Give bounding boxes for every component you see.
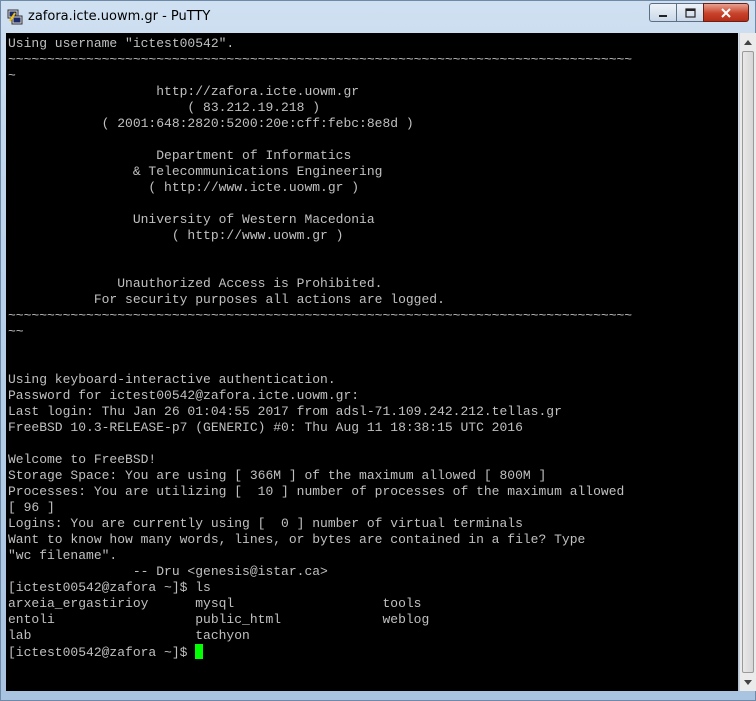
terminal-line: Password for ictest00542@zafora.icte.uow…: [8, 388, 360, 403]
prompt-line[interactable]: [ictest00542@zafora ~]$: [8, 644, 632, 660]
terminal-line: Want to know how many words, lines, or b…: [8, 532, 586, 547]
terminal-area[interactable]: Using username "ictest00542". ~~~~~~~~~~~…: [6, 33, 738, 691]
terminal-line: arxeia_ergastirioy mysql tools: [8, 596, 422, 611]
terminal-line: ~~~~~~~~~~~~~~~~~~~~~~~~~~~~~~~~~~~~~~~~…: [8, 308, 633, 323]
terminal-line: ~: [8, 68, 16, 83]
text-cursor: [195, 644, 204, 659]
terminal-line: Department of Informatics: [8, 148, 352, 163]
terminal-line: ( 83.212.19.218 ): [8, 100, 321, 115]
terminal-line: entoli public_html weblog: [8, 612, 430, 627]
terminal-line: Using username "ictest00542".: [8, 36, 235, 51]
terminal-line: lab tachyon: [8, 628, 250, 643]
terminal-line: [ictest00542@zafora ~]$ ls: [8, 580, 211, 595]
terminal-line: Logins: You are currently using [ 0 ] nu…: [8, 516, 523, 531]
terminal-line: ( 2001:648:2820:5200:20e:cff:febc:8e8d ): [8, 116, 414, 131]
maximize-button[interactable]: [676, 3, 703, 22]
terminal-line: ( http://www.uowm.gr ): [8, 228, 344, 243]
terminal-line: Last login: Thu Jan 26 01:04:55 2017 fro…: [8, 404, 562, 419]
terminal-line: ( http://www.icte.uowm.gr ): [8, 180, 360, 195]
scrollbar-thumb[interactable]: [742, 51, 754, 673]
terminal-line: University of Western Macedonia: [8, 212, 375, 227]
maximize-icon: [684, 3, 696, 22]
close-button[interactable]: [703, 3, 749, 22]
terminal-line: Unauthorized Access is Prohibited.: [8, 276, 383, 291]
putty-window: zafora.icte.uowm.gr - PuTTY Using userna…: [0, 0, 756, 701]
terminal-line: FreeBSD 10.3-RELEASE-p7 (GENERIC) #0: Th…: [8, 420, 523, 435]
minimize-icon: [658, 3, 668, 22]
terminal-line: Processes: You are utilizing [ 10 ] numb…: [8, 484, 625, 499]
window-title: zafora.icte.uowm.gr - PuTTY: [28, 9, 211, 24]
terminal-line: ~~: [8, 324, 24, 339]
terminal-line: -- Dru <genesis@istar.ca>: [8, 564, 328, 579]
window-bottom-border: [1, 691, 755, 701]
terminal-line: [ 96 ]: [8, 500, 55, 515]
terminal-line: ~~~~~~~~~~~~~~~~~~~~~~~~~~~~~~~~~~~~~~~~…: [8, 52, 633, 67]
arrow-up-icon[interactable]: [742, 35, 754, 49]
terminal-line: Using keyboard-interactive authenticatio…: [8, 372, 336, 387]
terminal-line: Welcome to FreeBSD!: [8, 452, 157, 467]
arrow-down-icon[interactable]: [742, 675, 754, 689]
minimize-button[interactable]: [649, 3, 676, 22]
title-bar[interactable]: zafora.icte.uowm.gr - PuTTY: [1, 1, 755, 31]
window-controls: [649, 3, 749, 23]
vertical-scrollbar[interactable]: [739, 33, 756, 691]
terminal-line: For security purposes all actions are lo…: [8, 292, 445, 307]
terminal-output: Using username "ictest00542". ~~~~~~~~~~~…: [8, 36, 632, 660]
shell-prompt: [ictest00542@zafora ~]$: [8, 645, 196, 660]
terminal-line: Storage Space: You are using [ 366M ] of…: [8, 468, 547, 483]
terminal-line: & Telecommunications Engineering: [8, 164, 383, 179]
terminal-line: "wc filename".: [8, 548, 118, 563]
terminal-line: http://zafora.icte.uowm.gr: [8, 84, 360, 99]
putty-icon[interactable]: [7, 9, 23, 25]
close-icon: [720, 3, 732, 22]
